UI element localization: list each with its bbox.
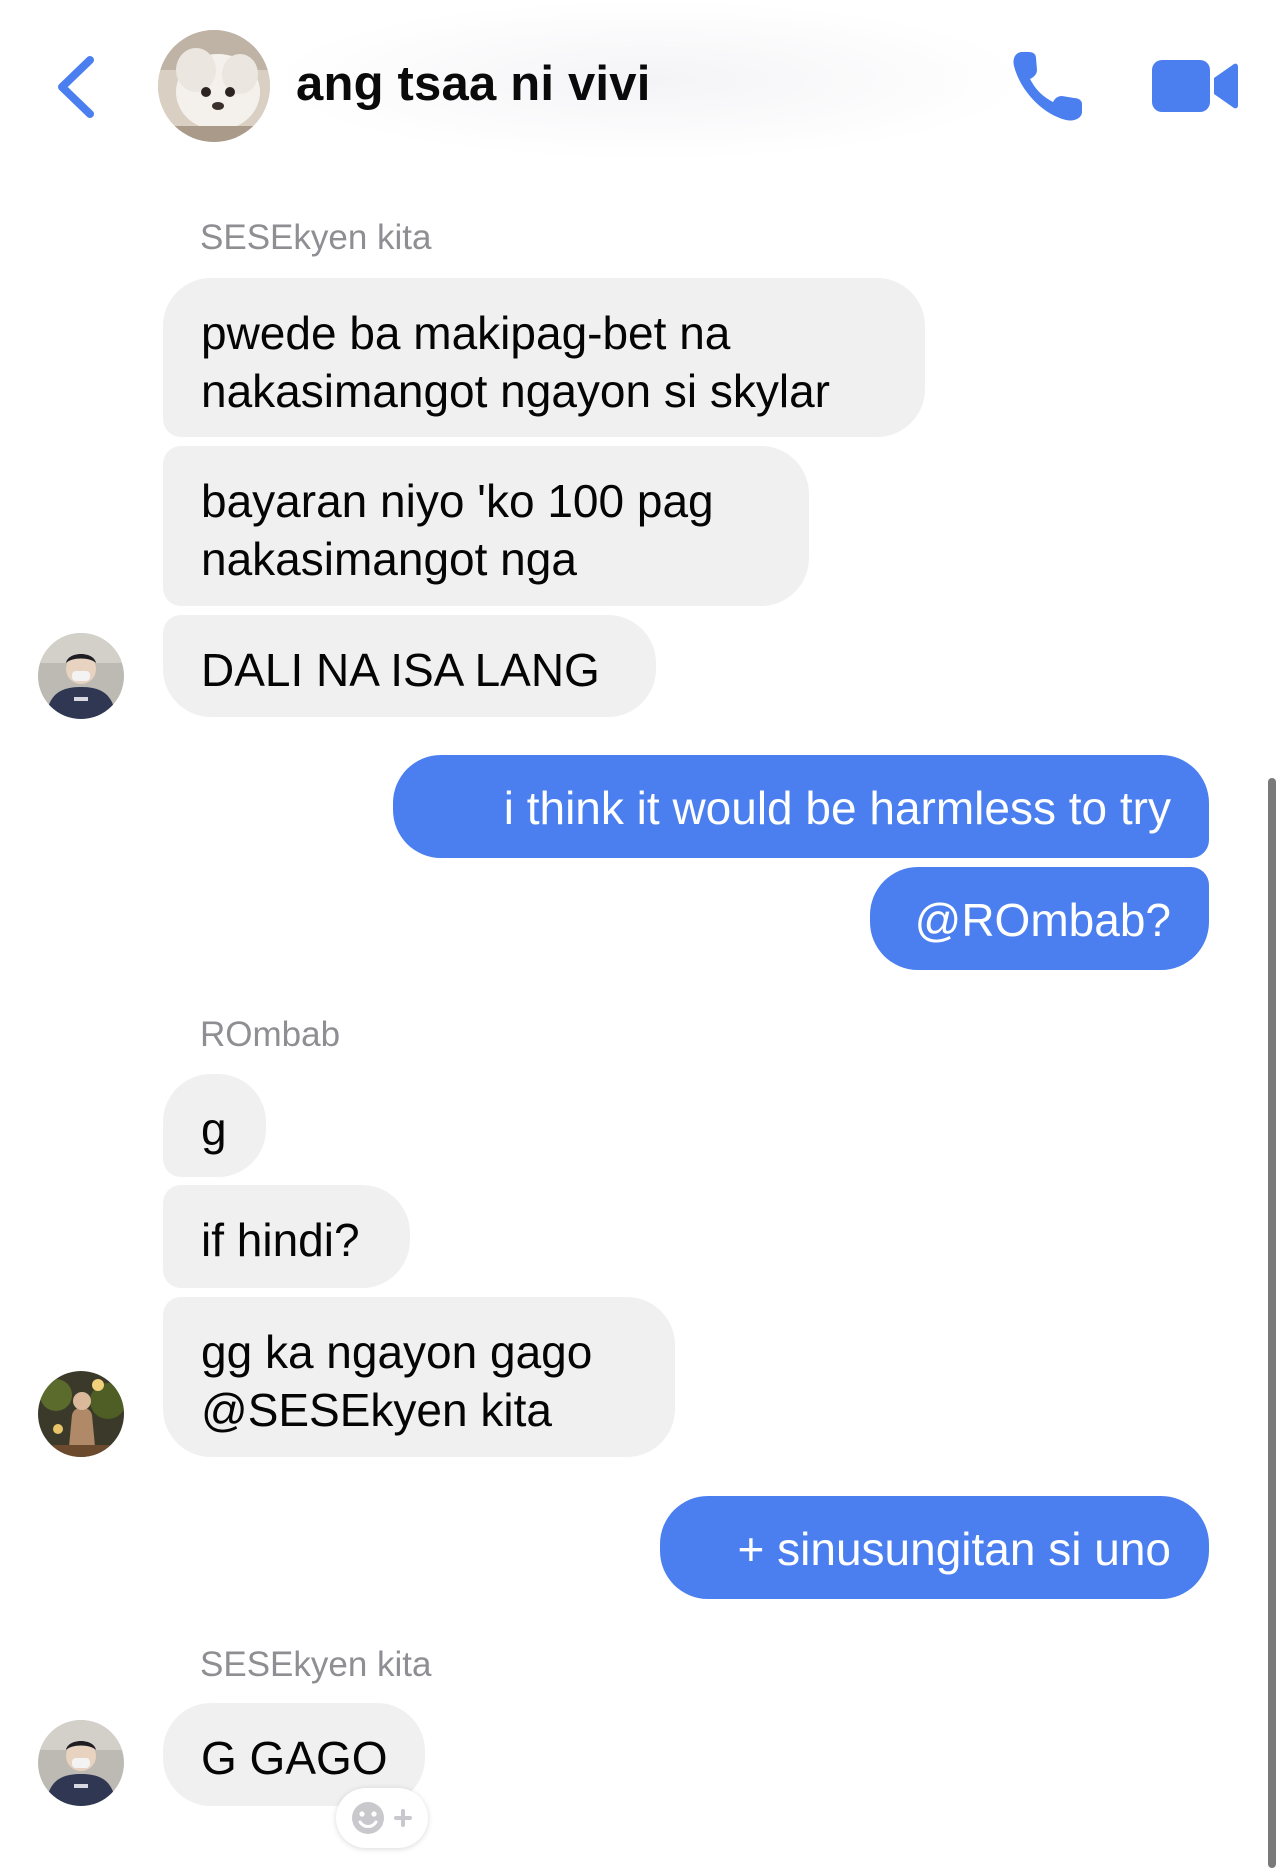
chat-title[interactable]: ang tsaa ni vivi	[296, 56, 651, 112]
scrollbar[interactable]	[1268, 778, 1276, 1868]
incoming-message[interactable]: bayaran niyo 'ko 100 pag nakasimangot ng…	[163, 446, 809, 606]
message-line: DALI NA ISA LANG	[201, 644, 600, 696]
message-line: pwede ba makipag-bet na	[201, 307, 731, 359]
message-line: + sinusungitan si uno	[737, 1523, 1171, 1575]
video-camera-icon	[1152, 60, 1238, 112]
audio-call-button[interactable]	[1008, 46, 1088, 126]
message-line: @SESEkyen kita	[201, 1384, 552, 1436]
message-line: G GAGO	[201, 1732, 388, 1784]
smiley-plus-icon	[352, 1802, 412, 1834]
message-line: gg ka ngayon gago	[201, 1326, 593, 1378]
sender-avatar[interactable]	[38, 633, 124, 719]
person-photo	[38, 1371, 124, 1457]
sender-name: ROmbab	[200, 1015, 341, 1054]
group-avatar[interactable]	[158, 30, 270, 142]
message-line: @ROmbab?	[914, 894, 1171, 946]
message-line: bayaran niyo 'ko 100 pag	[201, 475, 714, 527]
message-line: i think it would be harmless to try	[503, 782, 1171, 834]
sender-name: SESEkyen kita	[200, 218, 432, 257]
person-photo	[38, 1720, 124, 1806]
chevron-left-icon	[58, 56, 94, 118]
incoming-message[interactable]: pwede ba makipag-bet na nakasimangot nga…	[163, 278, 925, 437]
incoming-message[interactable]: DALI NA ISA LANG	[163, 615, 656, 717]
message-line: g	[201, 1103, 227, 1155]
phone-icon	[1013, 52, 1082, 121]
message-line: nakasimangot nga	[201, 533, 577, 585]
incoming-message[interactable]: g	[163, 1074, 266, 1177]
chat-header: ang tsaa ni vivi	[0, 0, 1284, 160]
person-photo	[38, 633, 124, 719]
message-line: nakasimangot ngayon si skylar	[201, 365, 830, 417]
sender-avatar[interactable]	[38, 1371, 124, 1457]
video-call-button[interactable]	[1150, 56, 1240, 116]
outgoing-message[interactable]: + sinusungitan si uno	[660, 1496, 1209, 1599]
outgoing-message[interactable]: @ROmbab?	[870, 867, 1209, 970]
incoming-message[interactable]: if hindi?	[163, 1185, 410, 1288]
add-reaction-button[interactable]	[336, 1788, 428, 1848]
sender-name: SESEkyen kita	[200, 1645, 432, 1684]
dog-photo	[158, 30, 270, 142]
incoming-message[interactable]: gg ka ngayon gago @SESEkyen kita	[163, 1297, 675, 1457]
sender-avatar[interactable]	[38, 1720, 124, 1806]
message-line: if hindi?	[201, 1214, 360, 1266]
outgoing-message[interactable]: i think it would be harmless to try	[393, 755, 1209, 858]
back-button[interactable]	[52, 52, 102, 122]
